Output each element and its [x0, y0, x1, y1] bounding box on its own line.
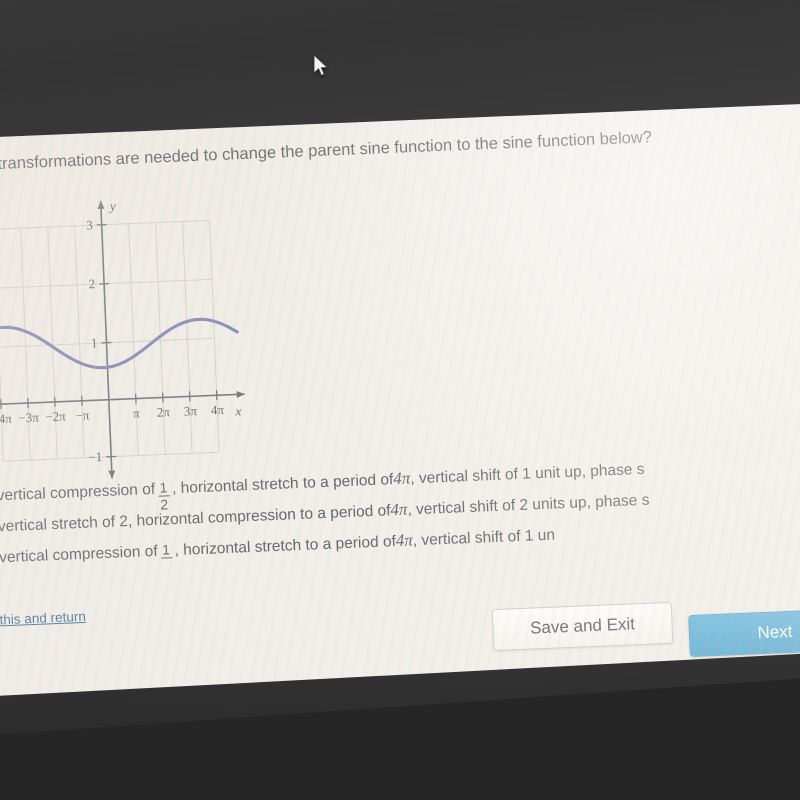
option-c-seg-1: vertical compression of: [0, 542, 158, 567]
svg-text:−π: −π: [75, 407, 90, 423]
y-axis-tick-labels: 3 2 1 −1: [86, 217, 103, 465]
svg-text:π: π: [133, 405, 141, 420]
mouse-pointer-icon: [313, 54, 329, 77]
x-axis-label: x: [234, 403, 242, 418]
question-card: Which transformations are needed to chan…: [0, 102, 800, 718]
sine-graph: −4π −3π −2π −π π 2π 3π 4π 3 2 1 −1 y x: [0, 184, 276, 486]
option-c-seg-3: , vertical shift of 1 un: [412, 526, 556, 550]
screenshot-root: Unit Test Unit Test Review Active 3 4 5 …: [0, 0, 800, 800]
svg-text:2π: 2π: [157, 404, 171, 420]
svg-text:3π: 3π: [184, 403, 198, 419]
svg-text:2: 2: [88, 276, 95, 291]
save-and-exit-button[interactable]: Save and Exit: [491, 601, 674, 652]
fraction-one-half: 12: [158, 479, 170, 514]
option-c-period: 4π: [395, 530, 414, 551]
svg-text:−3π: −3π: [18, 410, 39, 426]
mark-this-and-return-link[interactable]: Mark this and return: [0, 609, 86, 629]
svg-text:4π: 4π: [211, 402, 225, 418]
svg-text:1: 1: [91, 335, 98, 350]
svg-text:−2π: −2π: [45, 408, 66, 424]
fraction-one-half-c: 12: [160, 541, 172, 567]
option-a-period: 4π: [392, 468, 411, 489]
next-button[interactable]: Next: [688, 608, 800, 658]
svg-text:−1: −1: [88, 449, 102, 465]
svg-text:3: 3: [86, 217, 93, 232]
option-a-seg-3: , vertical shift of 1 unit up, phase s: [409, 460, 645, 488]
option-a-seg-1: vertical compression of: [0, 480, 156, 505]
y-axis-label: y: [108, 198, 117, 213]
sine-graph-svg: −4π −3π −2π −π π 2π 3π 4π 3 2 1 −1 y x: [0, 198, 245, 479]
svg-text:−4π: −4π: [0, 411, 12, 427]
option-b-period: 4π: [390, 499, 408, 520]
quiz-page: Which transformations are needed to chan…: [0, 101, 800, 718]
